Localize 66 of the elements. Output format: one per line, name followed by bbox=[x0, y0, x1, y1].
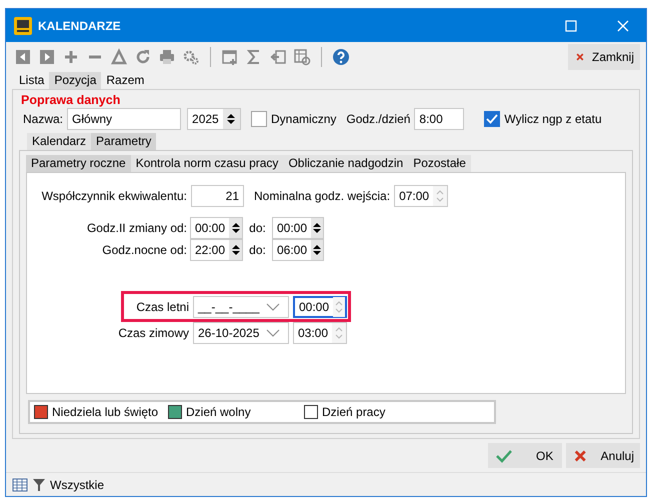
close-button[interactable]: Zamknij bbox=[568, 44, 640, 70]
legend-label: Niedziela lub święto bbox=[52, 405, 158, 419]
chevron-down-icon[interactable] bbox=[266, 302, 280, 312]
field-label: Godz./dzień bbox=[346, 112, 410, 126]
close-icon[interactable] bbox=[617, 20, 629, 32]
date-field[interactable]: 26-10-2025 bbox=[193, 322, 289, 344]
legend-label: Dzień wolny bbox=[186, 405, 251, 419]
tab[interactable]: Pozostałe bbox=[408, 155, 471, 172]
tab[interactable]: Parametry roczne bbox=[26, 155, 131, 172]
triangle-icon[interactable] bbox=[110, 48, 128, 66]
time-field[interactable]: 00:00 bbox=[190, 217, 243, 239]
field-label: Nazwa: bbox=[23, 112, 64, 126]
tab[interactable]: Parametry bbox=[91, 133, 156, 150]
printer-icon[interactable] bbox=[158, 48, 176, 66]
field-label: Czas zimowy bbox=[117, 326, 189, 340]
close-icon bbox=[574, 448, 587, 462]
table-refresh-icon[interactable] bbox=[293, 48, 311, 66]
field-label: Współczynnik ekwiwalentu: bbox=[40, 189, 187, 203]
date-field[interactable]: __-__-____ bbox=[193, 296, 289, 318]
checkbox-label: Wylicz ngp z etatu bbox=[504, 112, 602, 126]
field-label: Czas letni bbox=[135, 300, 189, 314]
spin-arrows-icon[interactable] bbox=[312, 243, 322, 257]
refresh-icon[interactable] bbox=[134, 48, 152, 66]
time-field[interactable]: 00:00 bbox=[293, 296, 347, 318]
coef-field[interactable]: 21 bbox=[191, 185, 244, 207]
name-field[interactable]: Główny bbox=[67, 108, 182, 130]
tab[interactable]: Kalendarz bbox=[27, 133, 92, 150]
check-icon bbox=[496, 448, 512, 462]
field-label: Godz.II zmiany od: bbox=[86, 221, 187, 235]
time-field[interactable]: 00:00 bbox=[272, 217, 324, 239]
calendar-icon[interactable] bbox=[221, 48, 239, 66]
export-icon[interactable] bbox=[269, 48, 287, 66]
app-logo-icon bbox=[14, 16, 32, 34]
field-label: do: bbox=[248, 243, 267, 257]
tab[interactable]: Obliczanie nadgodzin bbox=[283, 155, 408, 172]
year-field[interactable]: 2025 bbox=[187, 108, 242, 130]
window-title: KALENDARZE bbox=[38, 18, 122, 32]
time-field[interactable]: 03:00 bbox=[293, 322, 347, 344]
plus-icon[interactable] bbox=[62, 48, 80, 66]
filter-label: Wszystkie bbox=[50, 478, 104, 492]
checkbox[interactable] bbox=[251, 111, 268, 127]
tab[interactable]: Pozycja bbox=[49, 72, 102, 89]
cancel-button[interactable]: Anuluj bbox=[566, 443, 640, 468]
filter-icon[interactable] bbox=[32, 478, 46, 492]
chevron-down-icon[interactable] bbox=[266, 328, 280, 338]
checkbox-label: Dynamiczny bbox=[271, 112, 336, 126]
maximize-icon[interactable] bbox=[565, 20, 577, 32]
table-icon[interactable] bbox=[12, 478, 28, 492]
time-field[interactable]: 07:00 bbox=[394, 185, 448, 207]
spin-arrows-icon[interactable] bbox=[230, 221, 241, 235]
field-label: Nominalna godz. wejścia: bbox=[254, 189, 390, 203]
legend-label: Dzień pracy bbox=[322, 405, 386, 419]
tab[interactable]: Kontrola norm czasu pracy bbox=[130, 155, 284, 172]
hours-field[interactable]: 8:00 bbox=[414, 108, 464, 130]
spin-arrows-icon[interactable] bbox=[226, 112, 236, 126]
checkbox[interactable] bbox=[484, 111, 500, 127]
ok-button[interactable]: OK bbox=[488, 443, 562, 468]
field-label: do: bbox=[248, 221, 267, 235]
spin-arrows-icon[interactable] bbox=[312, 221, 322, 235]
spin-arrows-icon[interactable] bbox=[230, 243, 241, 257]
field-label: Godz.nocne od: bbox=[101, 243, 187, 257]
time-field[interactable]: 06:00 bbox=[272, 239, 324, 261]
gears-icon[interactable] bbox=[182, 48, 200, 66]
time-field[interactable]: 22:00 bbox=[190, 239, 243, 261]
help-icon[interactable] bbox=[332, 48, 350, 66]
group-title: Poprawa danych bbox=[20, 94, 122, 107]
